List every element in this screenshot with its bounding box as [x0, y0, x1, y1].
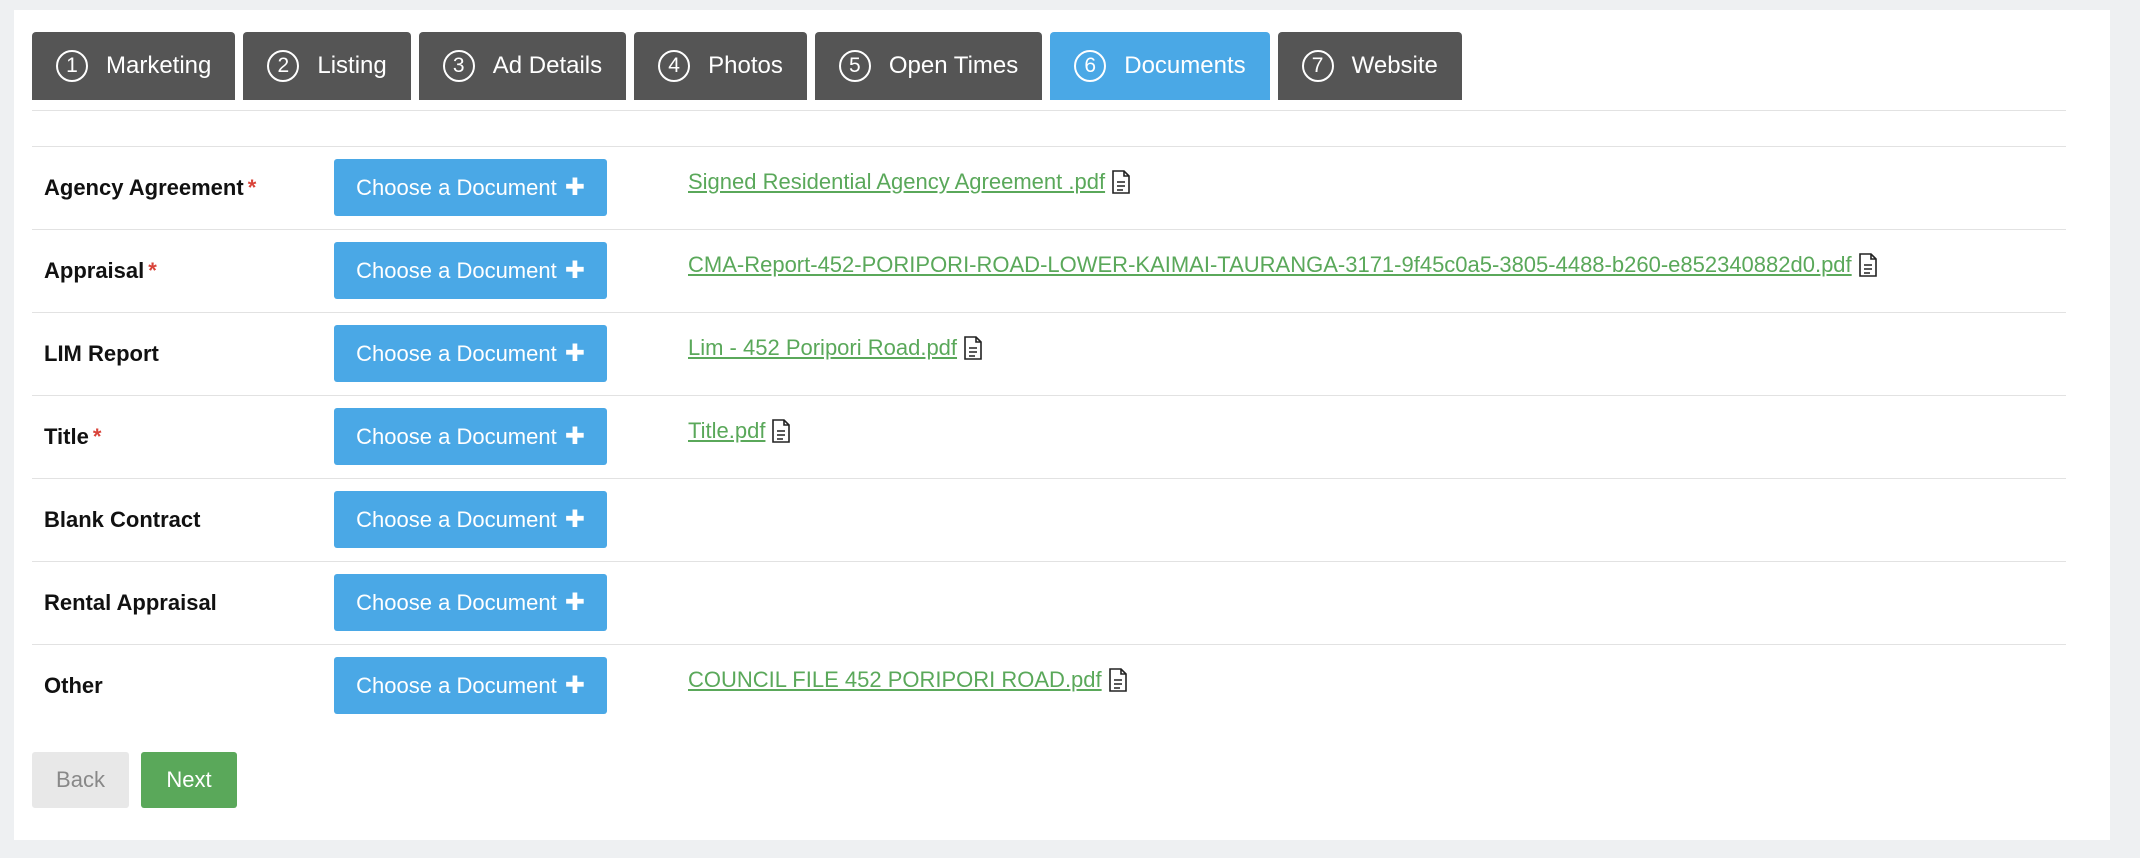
button-label: Choose a Document: [356, 340, 557, 366]
file-link[interactable]: Lim - 452 Poripori Road.pdf: [688, 335, 957, 361]
next-button[interactable]: Next: [141, 752, 237, 808]
plus-icon: ✚: [564, 506, 585, 533]
row-label-text: Blank Contract: [44, 507, 201, 532]
row-label-text: Agency Agreement: [44, 175, 244, 200]
choose-document-button[interactable]: Choose a Document ✚: [334, 574, 607, 631]
step-number: 2: [267, 50, 300, 82]
button-label: Choose a Document: [356, 423, 557, 449]
row-label-text: LIM Report: [44, 341, 159, 366]
tab-label: Website: [1351, 52, 1438, 79]
choose-document-button[interactable]: Choose a Document ✚: [334, 159, 607, 216]
choose-document-button[interactable]: Choose a Document ✚: [334, 408, 607, 465]
row-label-text: Title: [44, 424, 89, 449]
file-link[interactable]: Signed Residential Agency Agreement .pdf: [688, 169, 1105, 195]
row-label: Agency Agreement *: [44, 147, 256, 229]
tab-label: Marketing: [106, 52, 212, 79]
row-label: Appraisal *: [44, 230, 157, 312]
document-icon[interactable]: [1108, 668, 1128, 692]
wizard-tabs: 1 Marketing 2 Listing 3 Ad Details 4 Pho…: [32, 32, 2066, 111]
document-icon[interactable]: [1858, 253, 1878, 277]
tab-photos[interactable]: 4 Photos: [634, 32, 807, 100]
document-row-agency-agreement: Agency Agreement * Choose a Document ✚ Sig…: [32, 146, 2066, 229]
step-number: 1: [56, 50, 88, 82]
choose-document-button[interactable]: Choose a Document ✚: [334, 242, 607, 299]
uploaded-file: Title.pdf: [688, 418, 791, 444]
plus-icon: ✚: [564, 340, 585, 367]
tab-open-times[interactable]: 5 Open Times: [814, 32, 1043, 100]
back-button[interactable]: Back: [32, 752, 129, 808]
step-number: 7: [1301, 50, 1334, 82]
row-label-text: Appraisal: [44, 258, 145, 283]
required-marker: *: [92, 424, 102, 449]
row-label: Blank Contract: [44, 479, 200, 561]
file-link[interactable]: CMA-Report-452-PORIPORI-ROAD-LOWER-KAIMA…: [688, 252, 1852, 278]
step-number: 3: [442, 50, 475, 82]
button-label: Choose a Document: [356, 257, 557, 283]
row-label: Rental Appraisal: [44, 562, 217, 644]
row-label-text: Rental Appraisal: [44, 590, 217, 615]
document-row-blank-contract: Blank Contract Choose a Document ✚: [32, 478, 2066, 561]
document-row-rental-appraisal: Rental Appraisal Choose a Document ✚: [32, 561, 2066, 644]
row-label: Title *: [44, 396, 101, 478]
tab-label: Documents: [1124, 52, 1246, 79]
file-link[interactable]: Title.pdf: [688, 418, 765, 444]
file-link[interactable]: COUNCIL FILE 452 PORIPORI ROAD.pdf: [688, 667, 1102, 693]
uploaded-file: Lim - 452 Poripori Road.pdf: [688, 335, 983, 361]
tab-label: Photos: [708, 52, 783, 79]
choose-document-button[interactable]: Choose a Document ✚: [334, 491, 607, 548]
tab-listing[interactable]: 2 Listing: [243, 32, 411, 100]
documents-table: Agency Agreement * Choose a Document ✚ Sig…: [32, 146, 2066, 727]
step-number: 4: [658, 50, 691, 82]
required-marker: *: [148, 258, 157, 283]
document-icon[interactable]: [771, 419, 791, 443]
plus-icon: ✚: [564, 672, 585, 699]
document-row-lim-report: LIM Report Choose a Document ✚ Lim - 452 …: [32, 312, 2066, 395]
row-label: Other: [44, 645, 103, 727]
document-row-title: Title * Choose a Document ✚ Title.pdf: [32, 395, 2066, 478]
plus-icon: ✚: [564, 589, 585, 616]
choose-document-button[interactable]: Choose a Document ✚: [334, 657, 607, 714]
tab-documents[interactable]: 6 Documents: [1050, 32, 1270, 100]
button-label: Choose a Document: [356, 174, 557, 200]
form-actions: Back Next: [32, 752, 237, 808]
plus-icon: ✚: [564, 257, 585, 284]
step-number: 5: [838, 50, 871, 82]
document-row-appraisal: Appraisal * Choose a Document ✚ CMA-Report…: [32, 229, 2066, 312]
tab-ad-details[interactable]: 3 Ad Details: [418, 32, 627, 100]
tab-label: Listing: [317, 52, 387, 79]
tab-label: Ad Details: [492, 52, 603, 79]
uploaded-file: Signed Residential Agency Agreement .pdf: [688, 169, 1131, 195]
button-label: Choose a Document: [356, 506, 557, 532]
document-icon[interactable]: [1111, 170, 1131, 194]
uploaded-file: COUNCIL FILE 452 PORIPORI ROAD.pdf: [688, 667, 1128, 693]
document-icon[interactable]: [963, 336, 983, 360]
tab-marketing[interactable]: 1 Marketing: [32, 32, 236, 100]
plus-icon: ✚: [564, 174, 585, 201]
required-marker: *: [247, 175, 257, 200]
row-label: LIM Report: [44, 313, 159, 395]
tab-website[interactable]: 7 Website: [1277, 32, 1462, 100]
step-number: 6: [1074, 50, 1107, 82]
button-label: Choose a Document: [356, 672, 557, 698]
choose-document-button[interactable]: Choose a Document ✚: [334, 325, 607, 382]
uploaded-file: CMA-Report-452-PORIPORI-ROAD-LOWER-KAIMA…: [688, 252, 1878, 278]
button-label: Choose a Document: [356, 589, 557, 615]
row-label-text: Other: [44, 673, 103, 698]
plus-icon: ✚: [564, 423, 585, 450]
tab-label: Open Times: [888, 52, 1019, 79]
document-row-other: Other Choose a Document ✚ COUNCIL FILE 45…: [32, 644, 2066, 727]
